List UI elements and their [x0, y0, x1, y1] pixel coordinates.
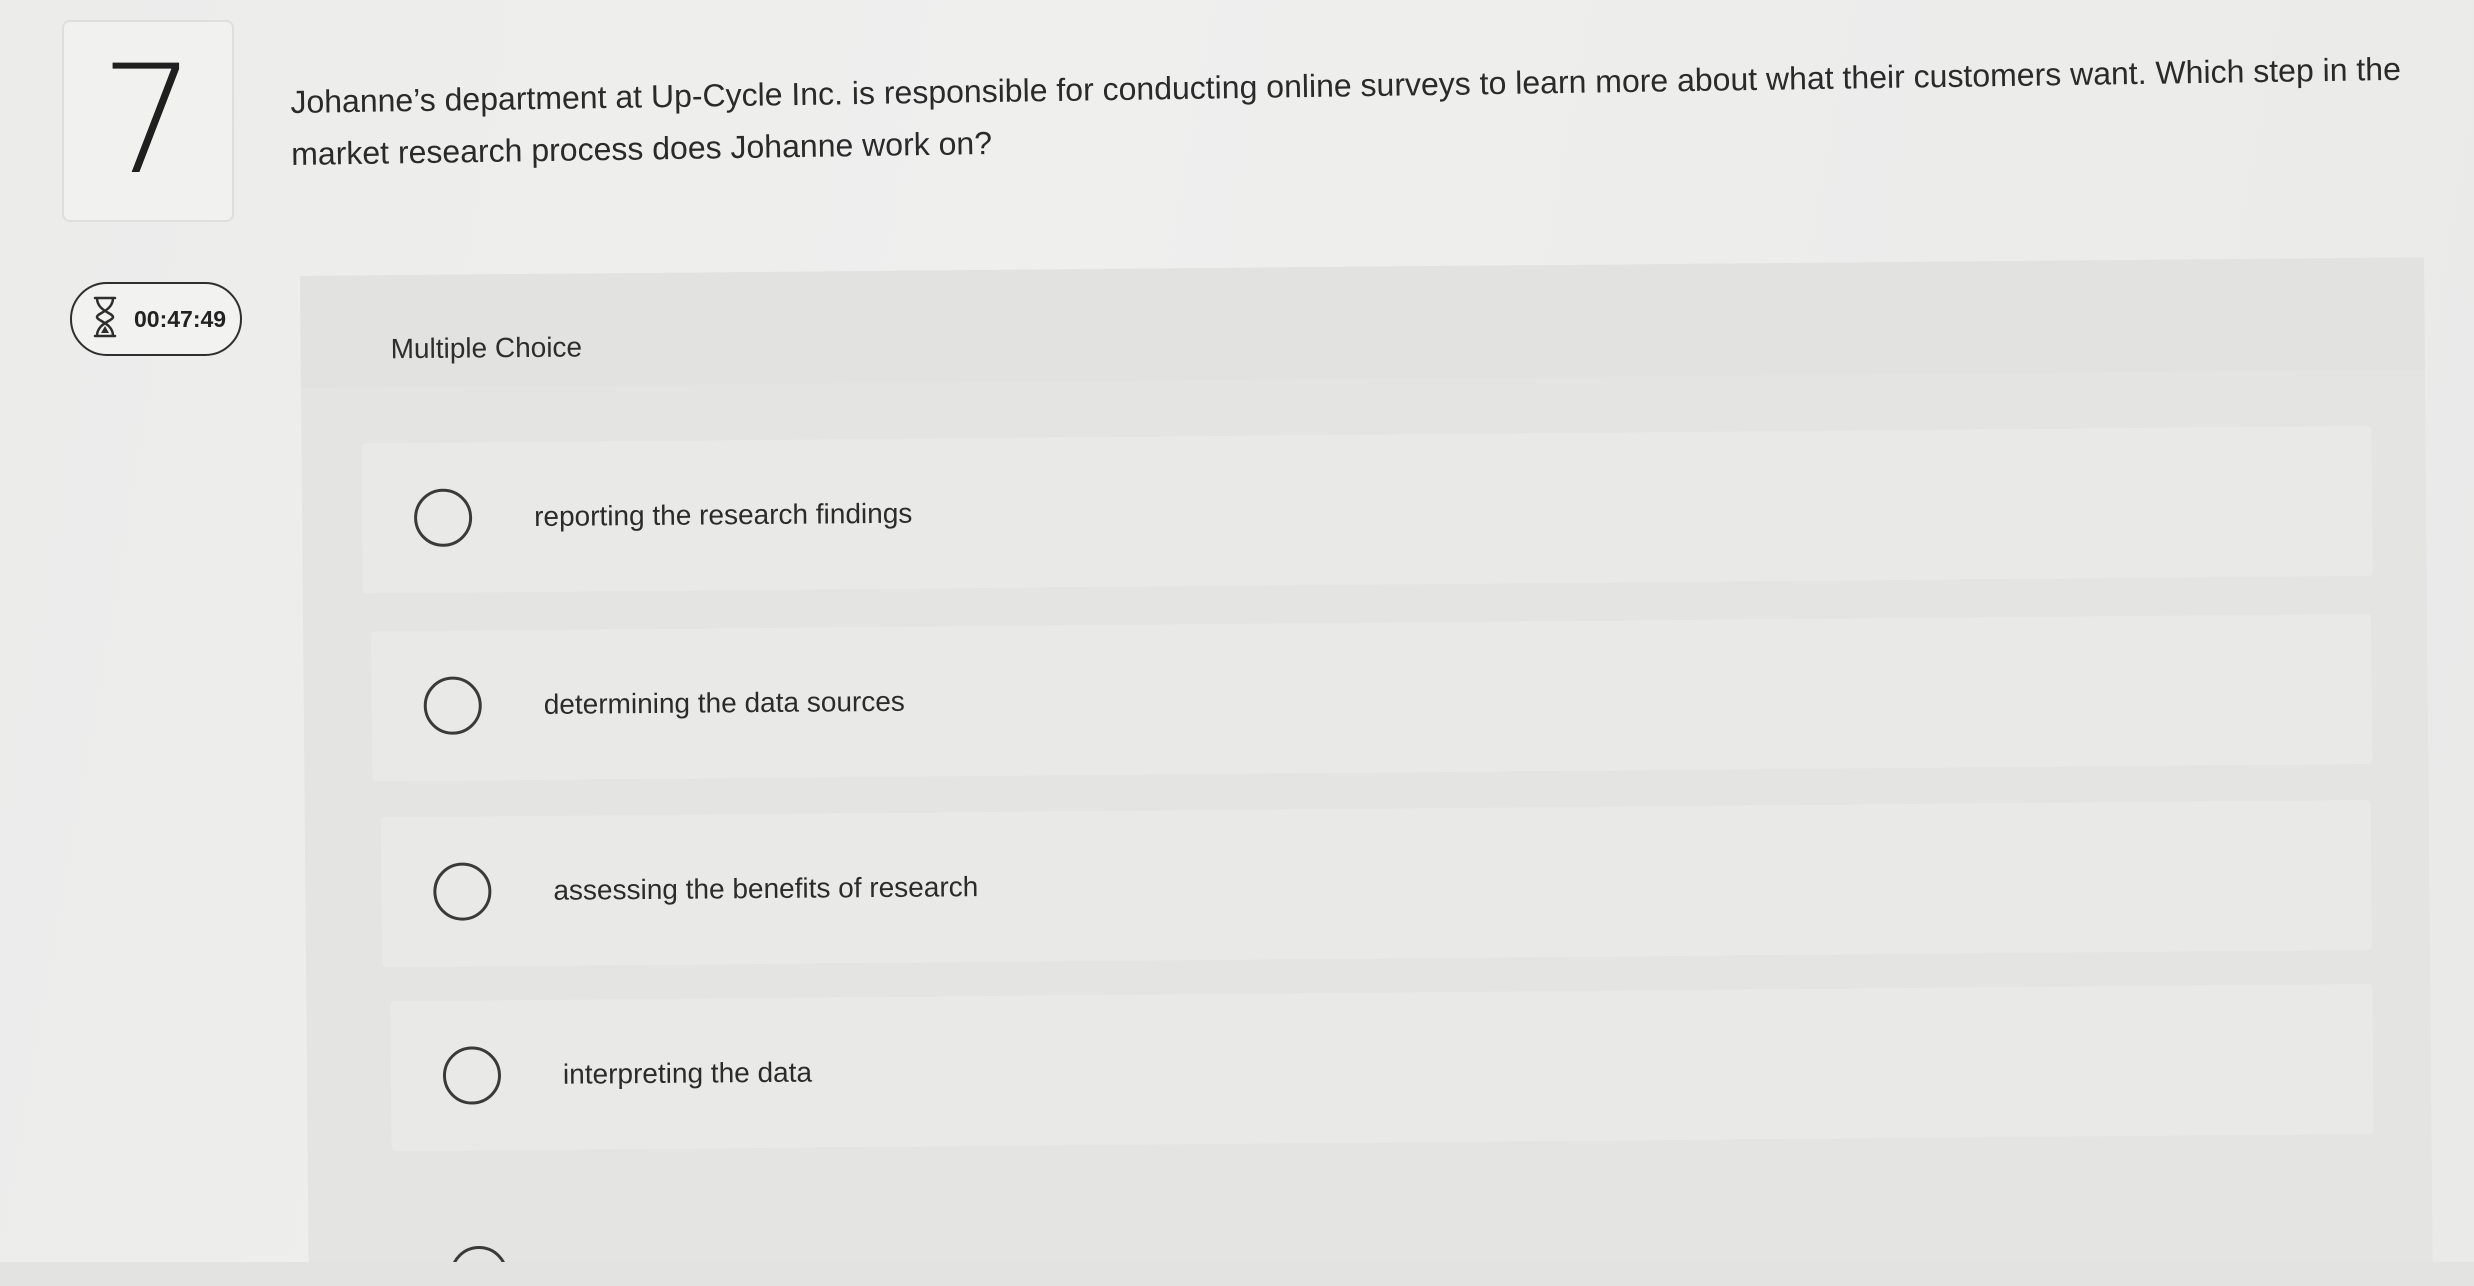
multiple-choice-panel: Multiple Choice reporting the research f… [300, 257, 2433, 1286]
question-number-card: 7 [62, 20, 234, 222]
question-number: 7 [100, 34, 196, 208]
radio-button[interactable] [442, 1046, 502, 1105]
answer-option-1[interactable]: reporting the research findings [361, 425, 2373, 594]
timer-badge[interactable]: 00:47:49 [70, 282, 242, 356]
bottom-edge [0, 1262, 2474, 1286]
multiple-choice-header [300, 257, 2425, 388]
quiz-page: 7 00:47:49 Johanne’s department at Up-Cy… [0, 0, 2474, 1286]
radio-button[interactable] [423, 676, 483, 735]
answer-option-label: assessing the benefits of research [553, 871, 979, 906]
hourglass-icon [90, 295, 120, 344]
answer-option-label: reporting the research findings [533, 497, 913, 532]
answer-option-label: interpreting the data [562, 1056, 813, 1090]
multiple-choice-label: Multiple Choice [390, 331, 583, 365]
answer-option-2[interactable]: determining the data sources [371, 613, 2373, 782]
radio-button[interactable] [433, 862, 492, 921]
radio-button[interactable] [413, 488, 473, 548]
answer-option-4[interactable]: interpreting the data [390, 983, 2374, 1152]
timer-value: 00:47:49 [134, 305, 227, 332]
answer-option-3[interactable]: assessing the benefits of research [380, 799, 2372, 968]
answer-option-label: determining the data sources [543, 685, 905, 720]
question-text: Johanne’s department at Up-Cycle Inc. is… [290, 50, 2402, 172]
